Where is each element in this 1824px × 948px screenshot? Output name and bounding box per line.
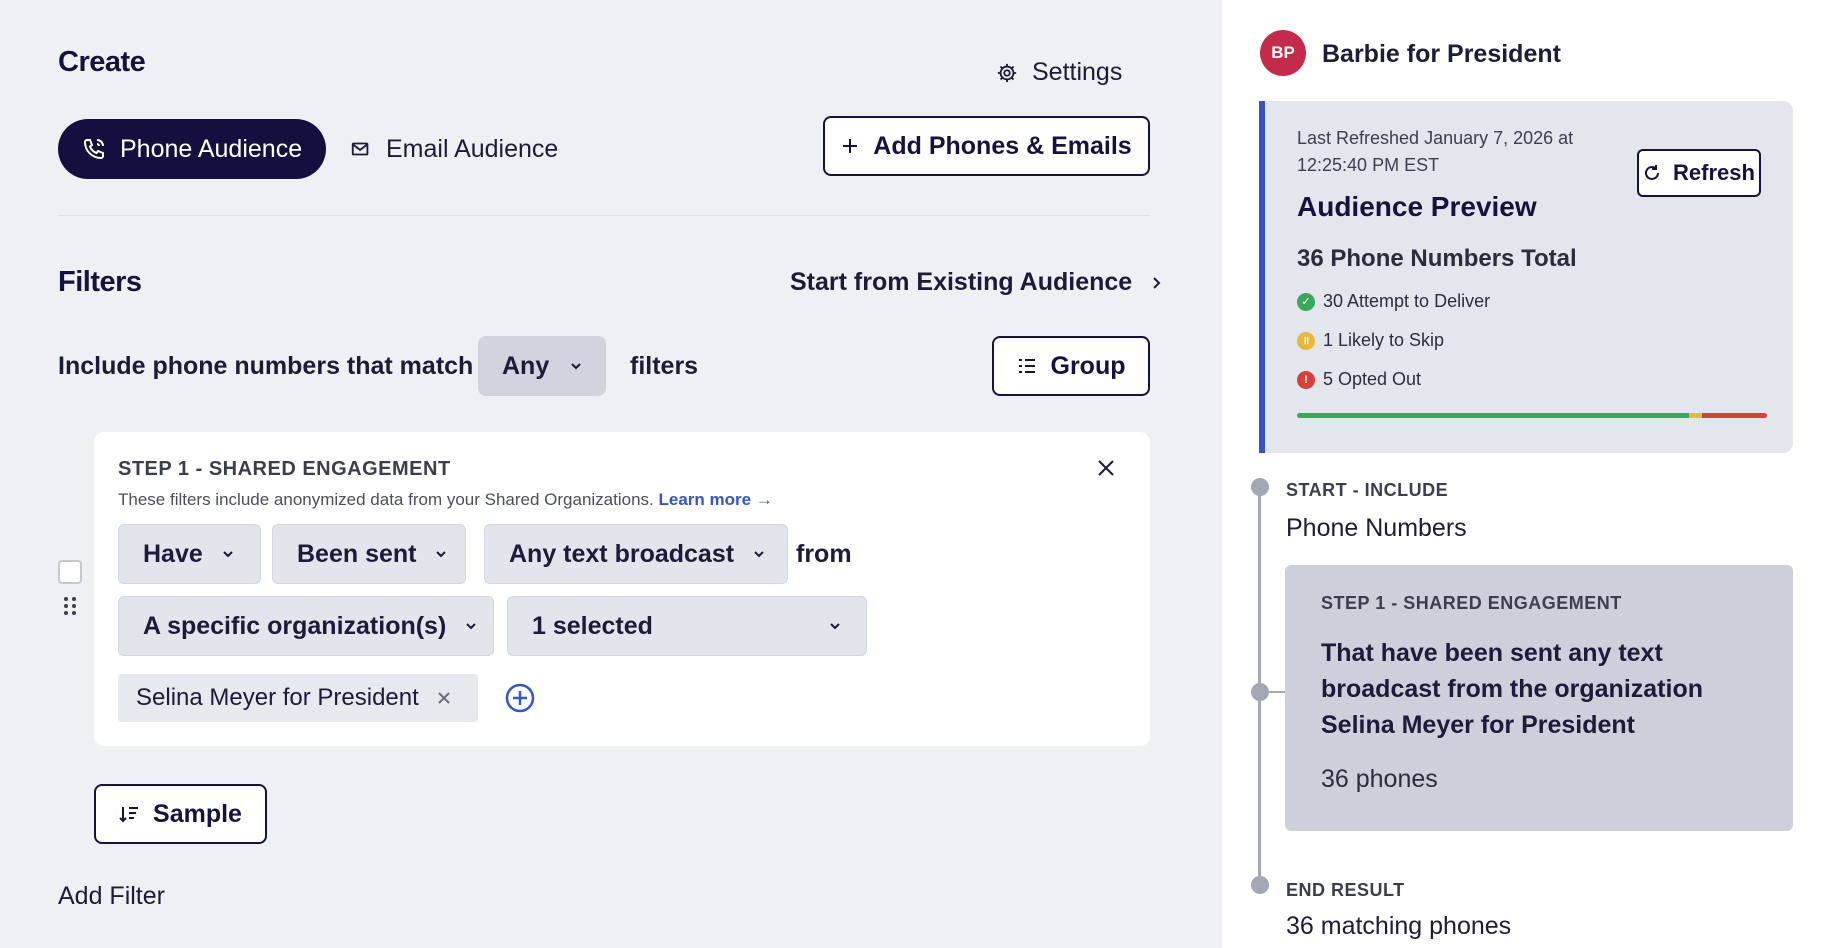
organization-multiselect[interactable]: 1 selected bbox=[507, 596, 867, 656]
timeline-step-card[interactable]: STEP 1 - SHARED ENGAGEMENT That have bee… bbox=[1285, 565, 1793, 831]
main-panel: Create Settings Phone Audience Email Aud… bbox=[0, 0, 1222, 948]
sample-button[interactable]: Sample bbox=[94, 784, 267, 844]
selected-organization-chip: Selina Meyer for President bbox=[118, 674, 478, 722]
group-icon bbox=[1018, 359, 1035, 373]
preview-sidebar: BP Barbie for President Last Refreshed J… bbox=[1222, 0, 1824, 948]
audience-preview-card: Last Refreshed January 7, 2026 at 12:25:… bbox=[1259, 101, 1793, 453]
tab-email-label: Email Audience bbox=[386, 134, 559, 163]
chevron-down-icon bbox=[223, 551, 233, 558]
sample-label: Sample bbox=[153, 799, 242, 828]
source-select[interactable]: A specific organization(s) bbox=[118, 596, 494, 656]
content-value: Any text broadcast bbox=[509, 539, 735, 568]
stat-opted-out: ! 5 Opted Out bbox=[1297, 369, 1421, 390]
timeline-step-text: That have been sent any text broadcast f… bbox=[1321, 639, 1703, 739]
have-select[interactable]: Have bbox=[118, 524, 261, 584]
phone-icon bbox=[83, 139, 104, 160]
avatar: BP bbox=[1260, 30, 1306, 76]
stat-label: 5 Opted Out bbox=[1323, 369, 1422, 389]
chevron-down-icon bbox=[830, 623, 840, 630]
stat-attempt-deliver: ✓ 30 Attempt to Deliver bbox=[1297, 291, 1490, 312]
learn-more-link[interactable]: Learn more → bbox=[659, 490, 773, 509]
include-suffix: filters bbox=[630, 352, 699, 380]
deliverability-bar bbox=[1297, 413, 1767, 418]
organization-name: Barbie for President bbox=[1322, 40, 1561, 68]
timeline-start-value: Phone Numbers bbox=[1286, 514, 1467, 542]
timeline-step-count: 36 phones bbox=[1321, 765, 1438, 793]
step-checkbox[interactable] bbox=[58, 560, 82, 584]
group-button[interactable]: Group bbox=[992, 336, 1150, 396]
settings-label: Settings bbox=[1032, 58, 1123, 86]
bar-segment-0 bbox=[1297, 413, 1689, 418]
have-value: Have bbox=[143, 539, 203, 568]
chip-label: Selina Meyer for President bbox=[136, 684, 419, 711]
phone-total: 36 Phone Numbers Total bbox=[1297, 245, 1577, 272]
page-title: Create bbox=[58, 46, 146, 78]
filters-title: Filters bbox=[58, 266, 142, 298]
add-button-label: Add Phones & Emails bbox=[873, 131, 1132, 160]
selected-count: 1 selected bbox=[532, 611, 653, 640]
source-value: A specific organization(s) bbox=[143, 611, 447, 640]
stat-label: 1 Likely to Skip bbox=[1323, 330, 1445, 350]
step-1-card: STEP 1 - SHARED ENGAGEMENT These filters… bbox=[94, 432, 1150, 746]
timeline-end-value: 36 matching phones bbox=[1286, 912, 1512, 940]
alert-circle-icon: ! bbox=[1297, 370, 1315, 389]
drag-handle-icon[interactable] bbox=[62, 596, 78, 616]
chevron-right-icon bbox=[1153, 276, 1161, 289]
refresh-icon bbox=[1645, 165, 1660, 180]
settings-button[interactable]: Settings bbox=[996, 58, 1122, 87]
step-description: These filters include anonymized data fr… bbox=[118, 490, 773, 510]
add-filter-link[interactable]: Add Filter bbox=[58, 882, 165, 911]
pause-circle-icon: ॥ bbox=[1297, 331, 1315, 350]
gear-icon bbox=[997, 63, 1017, 82]
step-description-text: These filters include anonymized data fr… bbox=[118, 490, 654, 509]
stat-likely-skip: ॥ 1 Likely to Skip bbox=[1297, 330, 1444, 351]
chevron-down-icon bbox=[754, 551, 764, 558]
bar-segment-2 bbox=[1701, 413, 1767, 418]
chevron-down-icon bbox=[571, 363, 581, 370]
step-title: STEP 1 - SHARED ENGAGEMENT bbox=[118, 458, 451, 480]
refresh-button[interactable]: Refresh bbox=[1637, 149, 1761, 197]
content-select[interactable]: Any text broadcast bbox=[484, 524, 788, 584]
timeline-end-label: END RESULT bbox=[1286, 880, 1405, 900]
timeline-dot-end bbox=[1251, 876, 1269, 894]
chevron-down-icon bbox=[436, 551, 447, 558]
sort-icon bbox=[119, 807, 139, 823]
email-icon bbox=[351, 142, 369, 156]
action-select[interactable]: Been sent bbox=[272, 524, 466, 584]
close-icon[interactable] bbox=[1094, 456, 1118, 480]
audience-preview-title: Audience Preview bbox=[1297, 191, 1537, 222]
remove-chip-icon[interactable] bbox=[435, 689, 453, 707]
refresh-label: Refresh bbox=[1673, 160, 1755, 185]
section-divider bbox=[58, 215, 1150, 216]
timeline-start-label: START - INCLUDE bbox=[1286, 480, 1449, 500]
tab-email-audience[interactable]: Email Audience bbox=[350, 119, 558, 179]
check-circle-icon: ✓ bbox=[1297, 292, 1315, 311]
match-mode-value: Any bbox=[502, 351, 550, 380]
action-value: Been sent bbox=[297, 539, 417, 568]
stat-label: 30 Attempt to Deliver bbox=[1323, 291, 1491, 311]
match-mode-select[interactable]: Any bbox=[478, 336, 606, 396]
add-circle-icon[interactable] bbox=[504, 682, 536, 714]
bar-segment-1 bbox=[1688, 413, 1702, 418]
from-label: from bbox=[796, 540, 852, 568]
timeline-step-label: STEP 1 - SHARED ENGAGEMENT bbox=[1321, 593, 1622, 613]
tab-phone-label: Phone Audience bbox=[120, 134, 303, 163]
timeline-dot-start bbox=[1251, 478, 1269, 496]
tab-phone-audience[interactable]: Phone Audience bbox=[58, 119, 326, 179]
last-refreshed: Last Refreshed January 7, 2026 at 12:25:… bbox=[1297, 128, 1574, 175]
plus-icon bbox=[843, 139, 858, 153]
group-label: Group bbox=[1050, 351, 1126, 380]
start-existing-label: Start from Existing Audience bbox=[790, 268, 1133, 296]
chevron-down-icon bbox=[466, 623, 477, 630]
include-prefix: Include phone numbers that match bbox=[58, 352, 474, 380]
start-existing-audience-link[interactable]: Start from Existing Audience bbox=[790, 268, 1162, 297]
add-phones-emails-button[interactable]: Add Phones & Emails bbox=[823, 116, 1150, 176]
